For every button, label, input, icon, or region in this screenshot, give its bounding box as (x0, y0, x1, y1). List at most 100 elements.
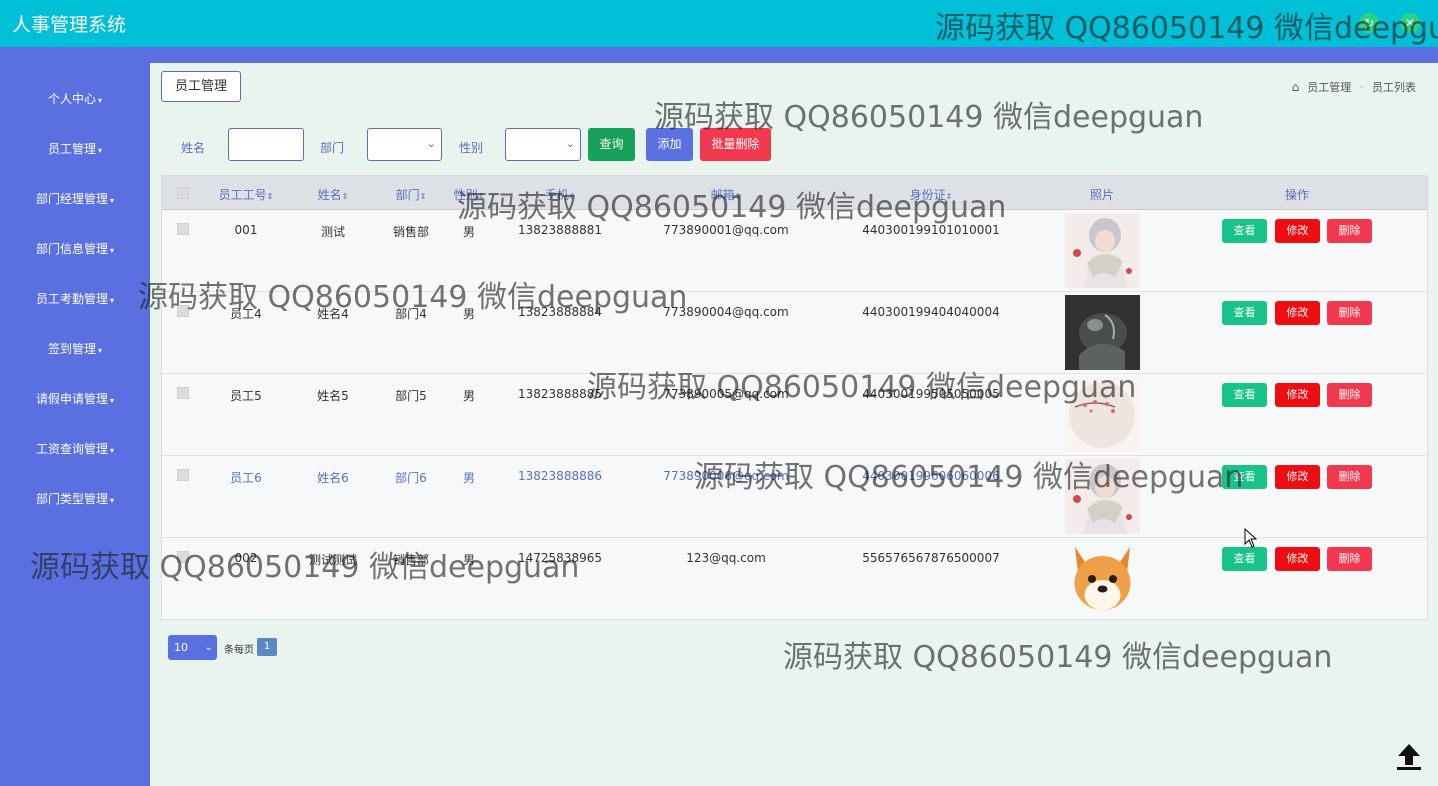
delete-button[interactable]: 删除 (1327, 465, 1372, 489)
sidebar-item-signin[interactable]: 签到管理 ▾ (0, 334, 150, 364)
sidebar-item-dept-info[interactable]: 部门信息管理 ▾ (0, 234, 150, 264)
view-button[interactable]: 查看 (1222, 465, 1267, 489)
sort-icon: ⇕ (341, 192, 349, 201)
close-icon[interactable]: ✕ (1400, 13, 1420, 33)
main-content: 员工管理 ⌂ 员工管理 • 员工列表 姓名 部门 ⌄ 性别 ⌄ 查询 添加 批量… (150, 63, 1438, 786)
cell-dept: 部门4 (395, 307, 427, 321)
delete-button[interactable]: 删除 (1327, 219, 1372, 243)
page-size-select[interactable]: 10 ⌄ (168, 635, 217, 660)
chevron-down-icon: ▾ (110, 496, 115, 505)
chevron-down-icon: ▾ (110, 246, 115, 255)
cell-name: 测试 (320, 225, 346, 239)
cell-id: 员工5 (230, 389, 262, 403)
dept-select[interactable]: ⌄ (367, 128, 442, 161)
delete-button[interactable]: 删除 (1327, 383, 1372, 407)
name-label: 姓名 (181, 141, 206, 155)
sidebar-item-profile[interactable]: 个人中心 ▾ (0, 84, 150, 114)
sidebar-item-leave[interactable]: 请假申请管理 ▾ (0, 384, 150, 414)
name-input[interactable] (228, 128, 304, 161)
select-all-checkbox[interactable] (177, 187, 189, 199)
col-id[interactable]: 员工工号⇕ (219, 186, 274, 203)
row-checkbox[interactable] (177, 551, 189, 563)
add-button[interactable]: 添加 (646, 128, 693, 161)
cell-name: 姓名4 (317, 307, 349, 321)
page-button[interactable]: 1 (257, 638, 277, 656)
col-label: 身份证 (909, 188, 946, 202)
cell-phone: 13823888884 (518, 305, 602, 319)
chevron-down-icon: ▾ (98, 346, 103, 355)
cell-phone: 13823888881 (518, 223, 602, 237)
edit-button[interactable]: 修改 (1275, 383, 1320, 407)
sidebar-item-salary[interactable]: 工资查询管理 ▾ (0, 434, 150, 464)
cell-idcard: 440300199505050005 (862, 387, 1000, 401)
sidebar-item-dept-managers[interactable]: 部门经理管理 ▾ (0, 184, 150, 214)
sidebar-item-employees[interactable]: 员工管理 ▾ (0, 134, 150, 164)
sidebar-item-dept-types[interactable]: 部门类型管理 ▾ (0, 484, 150, 514)
page-size-value: 10 (174, 641, 188, 654)
table-row: 员工4 姓名4 部门4 男 13823888884 773890004@qq.c… (162, 292, 1427, 374)
view-button[interactable]: 查看 (1222, 219, 1267, 243)
sort-icon: ⇕ (419, 192, 427, 201)
chevron-down-icon: ⌄ (204, 642, 213, 653)
view-button[interactable]: 查看 (1222, 301, 1267, 325)
back-to-top-icon[interactable] (1393, 740, 1425, 772)
row-checkbox[interactable] (177, 387, 189, 399)
delete-button[interactable]: 删除 (1327, 547, 1372, 571)
col-idcard[interactable]: 身份证⇕ (910, 186, 953, 203)
cell-idcard: 556576567876500007 (862, 551, 1000, 565)
edit-button[interactable]: 修改 (1275, 465, 1320, 489)
cell-id: 001 (234, 223, 258, 237)
breadcrumb-separator: • (1359, 82, 1364, 92)
employee-photo[interactable] (1065, 213, 1140, 288)
col-phone[interactable]: 手机⇕ (545, 186, 576, 203)
cell-idcard: 440300199606060006 (862, 469, 1000, 483)
batch-delete-button[interactable]: 批量删除 (700, 128, 771, 161)
cell-id: 员工6 (230, 471, 262, 485)
table-row: 002 测试测试 销售部 男 14725838965 123@qq.com 55… (162, 538, 1427, 620)
sidebar-item-label: 部门经理管理 (35, 192, 108, 206)
employee-photo[interactable] (1065, 377, 1140, 452)
row-checkbox[interactable] (177, 469, 189, 481)
query-button[interactable]: 查询 (588, 128, 635, 161)
cell-email: 773890001@qq.com (663, 223, 789, 237)
col-label: 部门 (395, 188, 420, 202)
view-button[interactable]: 查看 (1222, 383, 1267, 407)
edit-button[interactable]: 修改 (1275, 547, 1320, 571)
cell-name: 姓名6 (317, 471, 349, 485)
sidebar-item-attendance[interactable]: 员工考勤管理 ▾ (0, 284, 150, 314)
employee-photo[interactable] (1065, 459, 1140, 534)
cell-phone: 13823888885 (518, 387, 602, 401)
cell-idcard: 440300199101010001 (862, 223, 1000, 237)
sort-icon: ⇕ (266, 192, 274, 201)
refresh-icon[interactable]: ↻ (1359, 13, 1379, 33)
col-email[interactable]: 邮箱⇕ (711, 186, 742, 203)
chevron-down-icon: ▾ (110, 446, 115, 455)
col-dept[interactable]: 部门⇕ (396, 186, 427, 203)
edit-button[interactable]: 修改 (1275, 301, 1320, 325)
col-name[interactable]: 姓名⇕ (318, 186, 349, 203)
home-icon[interactable]: ⌂ (1292, 80, 1300, 94)
employee-photo[interactable] (1065, 541, 1140, 616)
col-label: 性别 (453, 188, 478, 202)
edit-button[interactable]: 修改 (1275, 219, 1320, 243)
header-strip (0, 47, 1438, 63)
per-page-label: 条每页 (224, 645, 254, 656)
breadcrumb-item[interactable]: 员工管理 (1307, 79, 1351, 95)
row-checkbox[interactable] (177, 305, 189, 317)
table-row: 员工6 姓名6 部门6 男 13823888886 773890006@qq.c… (162, 456, 1427, 538)
chevron-down-icon: ▾ (98, 96, 103, 105)
view-button[interactable]: 查看 (1222, 547, 1267, 571)
employee-table: 员工工号⇕ 姓名⇕ 部门⇕ 性别⇕ 手机⇕ 邮箱⇕ 身份证⇕ 照片 操作 001… (161, 175, 1428, 620)
page-tab[interactable]: 员工管理 (161, 71, 241, 102)
row-checkbox[interactable] (177, 223, 189, 235)
sidebar-item-label: 工资查询管理 (35, 442, 108, 456)
employee-photo[interactable] (1065, 295, 1140, 370)
chevron-down-icon: ▾ (110, 296, 115, 305)
col-gender[interactable]: 性别⇕ (454, 186, 485, 203)
breadcrumb-item: 员工列表 (1372, 81, 1416, 94)
delete-button[interactable]: 删除 (1327, 301, 1372, 325)
gender-select[interactable]: ⌄ (505, 128, 581, 161)
sidebar-item-label: 签到管理 (47, 342, 96, 356)
sidebar-item-label: 请假申请管理 (35, 392, 108, 406)
cell-dept: 部门6 (395, 471, 427, 485)
